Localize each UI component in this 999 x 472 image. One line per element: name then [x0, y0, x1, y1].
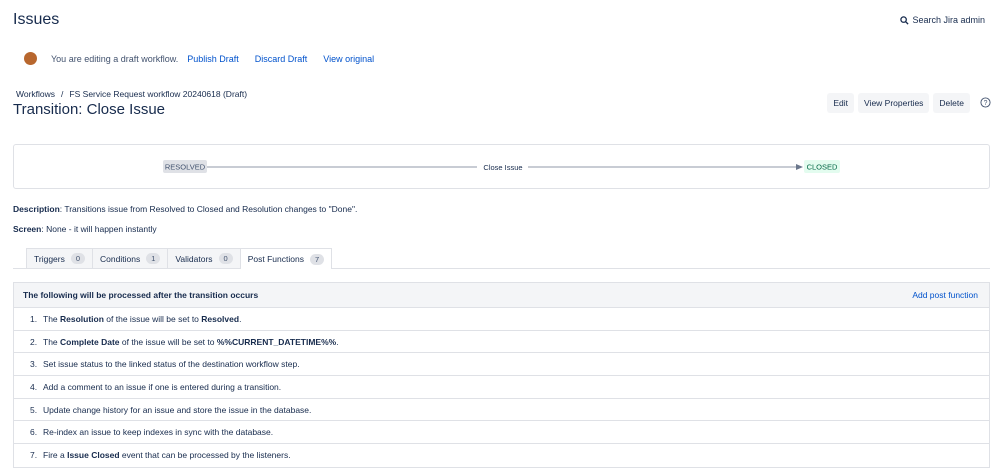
add-post-function-link[interactable]: Add post function: [912, 290, 978, 300]
transition-title: Transition: Close Issue: [13, 101, 166, 118]
transition-diagram: RESOLVED Close Issue CLOSED: [13, 144, 990, 189]
tab-count-badge: 0: [218, 253, 233, 264]
row-number: 3.: [30, 359, 38, 370]
row-number: 1.: [30, 313, 38, 324]
transition-description: Description: Transitions issue from Reso…: [13, 204, 357, 214]
row-text: Add a comment to an issue if one is ente…: [43, 381, 282, 392]
tab-label: Triggers: [34, 253, 65, 264]
draft-message: You are editing a draft workflow.: [51, 53, 179, 64]
row-number: 6.: [30, 427, 38, 438]
edit-button[interactable]: Edit: [827, 93, 855, 113]
row-number: 2.: [30, 336, 38, 347]
draft-bar: You are editing a draft workflow. Publis…: [24, 52, 390, 65]
description-text: : Transitions issue from Resolved to Clo…: [59, 204, 358, 214]
breadcrumb: Workflows / FS Service Request workflow …: [16, 89, 247, 99]
row-text: Re-index an issue to keep indexes in syn…: [43, 427, 274, 438]
table-row: 2. The Complete Date of the issue will b…: [14, 331, 989, 354]
discard-draft-link[interactable]: Discard Draft: [255, 54, 308, 64]
action-bar: Edit View Properties Delete ?: [827, 93, 991, 113]
tab-count-badge: 0: [70, 253, 86, 264]
status-to: CLOSED: [807, 163, 838, 172]
tab-count-badge: 7: [309, 253, 325, 265]
arrow-head-icon: [796, 164, 803, 170]
tab-divider: [13, 268, 990, 269]
screen-label: Screen: [13, 224, 42, 234]
search-label: Search Jira admin: [912, 15, 985, 25]
transition-screen: Screen: None - it will happen instantly: [13, 224, 157, 234]
table-row: 6. Re-index an issue to keep indexes in …: [14, 421, 989, 445]
row-number: 4.: [30, 381, 38, 392]
table-row: 7. Fire a Issue Closed event that can be…: [14, 444, 989, 467]
description-label: Description: [13, 204, 60, 214]
tab-label: Validators: [175, 253, 213, 264]
post-functions-table: The following will be processed after th…: [13, 282, 990, 468]
tab-bar: Triggers 0 Conditions 1 Validators 0 Pos…: [26, 248, 333, 269]
view-properties-button[interactable]: View Properties: [858, 93, 930, 113]
row-text: Update change history for an issue and s…: [43, 404, 312, 415]
breadcrumb-current-workflow[interactable]: FS Service Request workflow 20240618 (Dr…: [69, 89, 247, 99]
row-text: Fire a Issue Closed event that can be pr…: [43, 450, 291, 461]
status-from: RESOLVED: [165, 163, 206, 172]
tab-triggers[interactable]: Triggers 0: [26, 248, 94, 268]
table-row: 5. Update change history for an issue an…: [14, 399, 989, 422]
avatar: [24, 52, 37, 65]
breadcrumb-workflows[interactable]: Workflows: [16, 89, 55, 99]
tab-post-functions[interactable]: Post Functions 7: [239, 248, 333, 269]
screen-text: : None - it will happen instantly: [41, 224, 157, 234]
tab-label: Conditions: [100, 253, 141, 264]
row-number: 7.: [30, 450, 38, 461]
tab-validators[interactable]: Validators 0: [167, 248, 241, 268]
table-row: 4. Add a comment to an issue if one is e…: [14, 376, 989, 399]
delete-button[interactable]: Delete: [933, 93, 970, 113]
svg-text:?: ?: [984, 99, 988, 106]
help-icon[interactable]: ?: [980, 96, 991, 110]
publish-draft-link[interactable]: Publish Draft: [187, 54, 239, 64]
row-text: Set issue status to the linked status of…: [43, 359, 300, 370]
page-title: Issues: [13, 11, 60, 28]
view-original-link[interactable]: View original: [323, 54, 374, 64]
row-text: The Complete Date of the issue will be s…: [43, 336, 339, 347]
tab-conditions[interactable]: Conditions 1: [92, 248, 169, 268]
transition-name: Close Issue: [483, 163, 522, 172]
tab-label: Post Functions: [247, 254, 304, 264]
table-row: 3. Set issue status to the linked status…: [14, 353, 989, 377]
post-functions-heading: The following will be processed after th…: [23, 290, 259, 300]
post-functions-header: The following will be processed after th…: [14, 283, 989, 308]
search-icon: [900, 15, 910, 25]
tab-count-badge: 1: [146, 253, 161, 264]
row-number: 5.: [30, 404, 38, 415]
table-row: 1. The Resolution of the issue will be s…: [14, 308, 989, 331]
breadcrumb-separator: /: [61, 89, 64, 99]
search-jira-admin[interactable]: Search Jira admin: [900, 15, 985, 25]
row-text: The Resolution of the issue will be set …: [43, 313, 242, 324]
